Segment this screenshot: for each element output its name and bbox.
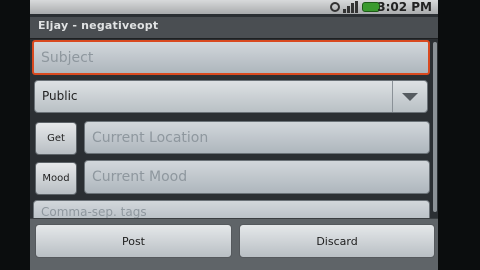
security-value: Public	[42, 89, 78, 103]
location-field[interactable]: Current Location	[84, 121, 430, 154]
chevron-down-icon	[402, 92, 418, 101]
tags-placeholder: Comma-sep. tags	[41, 205, 147, 219]
get-location-button[interactable]: Get	[35, 122, 77, 155]
title-bar: Eljay - negativeopt	[30, 17, 438, 39]
mood-placeholder: Current Mood	[92, 169, 188, 185]
window-title: Eljay - negativeopt	[38, 19, 159, 32]
status-bar: 3:02 PM	[30, 0, 438, 14]
mood-button[interactable]: Mood	[35, 162, 77, 195]
action-bar: Post Discard	[30, 218, 438, 270]
location-placeholder: Current Location	[92, 130, 209, 146]
status-icons	[330, 0, 380, 14]
mood-field[interactable]: Current Mood	[84, 160, 430, 194]
spinner-dropdown-button[interactable]	[392, 81, 427, 112]
signal-icon	[343, 1, 359, 13]
clock: 3:02 PM	[377, 0, 432, 14]
subject-placeholder: Subject	[41, 50, 94, 66]
subject-field[interactable]: Subject	[32, 40, 430, 75]
scrollbar[interactable]	[433, 42, 437, 212]
sync-icon	[330, 2, 340, 12]
post-button[interactable]: Post	[35, 224, 232, 258]
phone-screen: 3:02 PM Eljay - negativeopt Subject Publ…	[30, 0, 438, 270]
discard-button[interactable]: Discard	[239, 224, 435, 258]
security-spinner[interactable]: Public	[34, 80, 428, 113]
